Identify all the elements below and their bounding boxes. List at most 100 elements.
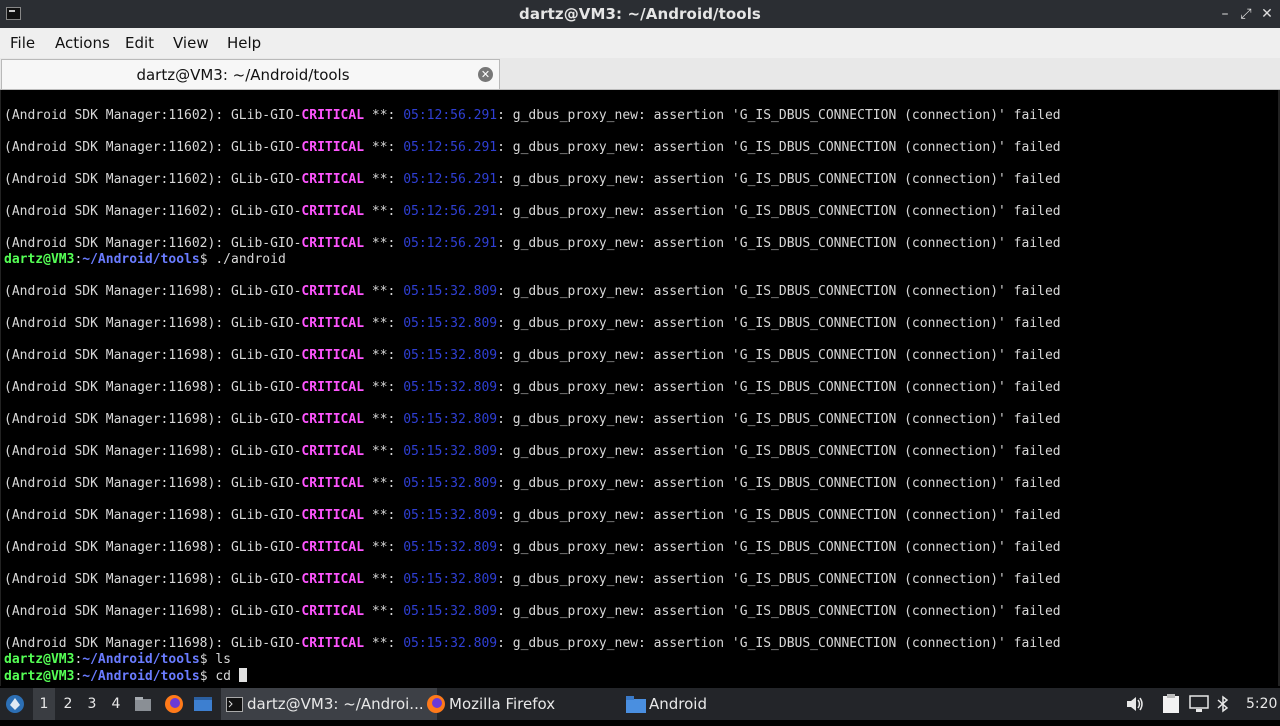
bluetooth-icon [1217,695,1229,713]
log-level: CRITICAL [301,236,365,251]
file-manager-launcher[interactable] [193,688,215,720]
log-message: : g_dbus_proxy_new: assertion 'G_IS_DBUS… [497,236,1061,251]
start-menu-button[interactable] [4,688,28,720]
log-timestamp: 05:15:32.809 [403,604,498,619]
volume-tray[interactable] [1126,688,1146,720]
window-titlebar: dartz@VM3: ~/Android/tools – ⤢ ✕ [0,0,1280,28]
log-timestamp: 05:12:56.291 [403,236,498,251]
log-source: (Android SDK Manager:11698): GLib-GIO- [4,284,302,299]
menu-edit[interactable]: Edit [125,34,154,52]
prompt-path: ~/Android/tools [82,669,200,684]
log-line: (Android SDK Manager:11698): GLib-GIO-CR… [4,444,1061,460]
log-level: CRITICAL [301,348,365,363]
maximize-button[interactable]: ⤢ [1236,4,1256,24]
log-line: (Android SDK Manager:11698): GLib-GIO-CR… [4,316,1061,332]
command-text: cd [215,669,239,684]
close-button[interactable]: ✕ [1257,4,1277,24]
folder-icon [626,696,646,713]
show-desktop-button[interactable] [134,688,154,720]
log-message: : g_dbus_proxy_new: assertion 'G_IS_DBUS… [497,412,1061,427]
firefox-icon [165,695,183,713]
log-timestamp: 05:12:56.291 [403,204,498,219]
log-separator: **: [364,108,404,123]
log-separator: **: [364,204,404,219]
command-text: ./android [215,252,286,267]
menu-file[interactable]: File [10,34,35,52]
log-line: (Android SDK Manager:11698): GLib-GIO-CR… [4,540,1061,556]
display-tray[interactable] [1189,688,1211,720]
log-timestamp: 05:15:32.809 [403,316,498,331]
prompt-path: ~/Android/tools [82,652,200,667]
log-level: CRITICAL [301,204,365,219]
log-level: CRITICAL [301,444,365,459]
log-separator: **: [364,380,404,395]
prompt-symbol: $ [199,669,216,684]
log-message: : g_dbus_proxy_new: assertion 'G_IS_DBUS… [497,540,1061,555]
log-line: (Android SDK Manager:11602): GLib-GIO-CR… [4,236,1061,252]
log-source: (Android SDK Manager:11698): GLib-GIO- [4,412,302,427]
log-message: : g_dbus_proxy_new: assertion 'G_IS_DBUS… [497,284,1061,299]
menu-help[interactable]: Help [227,34,261,52]
log-timestamp: 05:15:32.809 [403,348,498,363]
log-source: (Android SDK Manager:11698): GLib-GIO- [4,348,302,363]
tab-close-icon[interactable]: ✕ [478,67,493,82]
terminal-tab[interactable]: dartz@VM3: ~/Android/tools ✕ [1,59,500,89]
log-message: : g_dbus_proxy_new: assertion 'G_IS_DBUS… [497,140,1061,155]
log-level: CRITICAL [301,140,365,155]
tab-label: dartz@VM3: ~/Android/tools [136,66,350,84]
taskbar: 1 2 3 4 dartz@VM3: ~/Androi... Mozilla F… [0,688,1280,720]
log-line: (Android SDK Manager:11698): GLib-GIO-CR… [4,348,1061,364]
command-text: ls [215,652,231,667]
log-level: CRITICAL [301,108,365,123]
window-icon [194,697,212,711]
prompt-path: ~/Android/tools [82,252,200,267]
firefox-launcher[interactable] [164,688,186,720]
prompt-user: dartz@VM3 [4,669,75,684]
log-message: : g_dbus_proxy_new: assertion 'G_IS_DBUS… [497,508,1061,523]
terminal-output[interactable]: (Android SDK Manager:11602): GLib-GIO-CR… [0,90,1279,686]
log-level: CRITICAL [301,540,365,555]
workspace-1[interactable]: 1 [33,688,55,720]
volume-icon [1127,697,1143,711]
minimize-button[interactable]: – [1215,4,1235,24]
workspace-4[interactable]: 4 [105,688,127,720]
log-line: (Android SDK Manager:11602): GLib-GIO-CR… [4,204,1061,220]
log-separator: **: [364,604,404,619]
log-level: CRITICAL [301,572,365,587]
task-android-folder[interactable]: Android [623,688,839,720]
log-line: (Android SDK Manager:11602): GLib-GIO-CR… [4,140,1061,156]
log-source: (Android SDK Manager:11698): GLib-GIO- [4,380,302,395]
prompt-symbol: $ [199,652,216,667]
log-source: (Android SDK Manager:11602): GLib-GIO- [4,140,302,155]
log-separator: **: [364,572,404,587]
log-source: (Android SDK Manager:11698): GLib-GIO- [4,476,302,491]
log-timestamp: 05:15:32.809 [403,380,498,395]
log-timestamp: 05:15:32.809 [403,540,498,555]
task-firefox-label: Mozilla Firefox [449,695,556,713]
log-timestamp: 05:15:32.809 [403,476,498,491]
log-message: : g_dbus_proxy_new: assertion 'G_IS_DBUS… [497,172,1061,187]
prompt-symbol: $ [199,252,216,267]
start-menu-icon [6,695,24,713]
workspace-2[interactable]: 2 [57,688,79,720]
log-separator: **: [364,284,404,299]
log-source: (Android SDK Manager:11602): GLib-GIO- [4,236,302,251]
clipboard-tray[interactable] [1162,688,1182,720]
log-timestamp: 05:15:32.809 [403,572,498,587]
log-separator: **: [364,508,404,523]
workspace-3[interactable]: 3 [81,688,103,720]
log-message: : g_dbus_proxy_new: assertion 'G_IS_DBUS… [497,572,1061,587]
bluetooth-tray[interactable] [1216,688,1234,720]
menu-view[interactable]: View [173,34,209,52]
task-terminal[interactable]: dartz@VM3: ~/Androi... [221,688,437,720]
prompt-line: dartz@VM3:~/Android/tools$ ./android [4,252,286,268]
clock[interactable]: 5:20 [1246,688,1278,720]
log-timestamp: 05:15:32.809 [403,444,498,459]
prompt-line: dartz@VM3:~/Android/tools$ ls [4,652,231,668]
log-level: CRITICAL [301,636,365,651]
menu-actions[interactable]: Actions [55,34,110,52]
task-firefox[interactable]: Mozilla Firefox [423,688,639,720]
log-separator: **: [364,476,404,491]
log-separator: **: [364,412,404,427]
log-timestamp: 05:15:32.809 [403,284,498,299]
